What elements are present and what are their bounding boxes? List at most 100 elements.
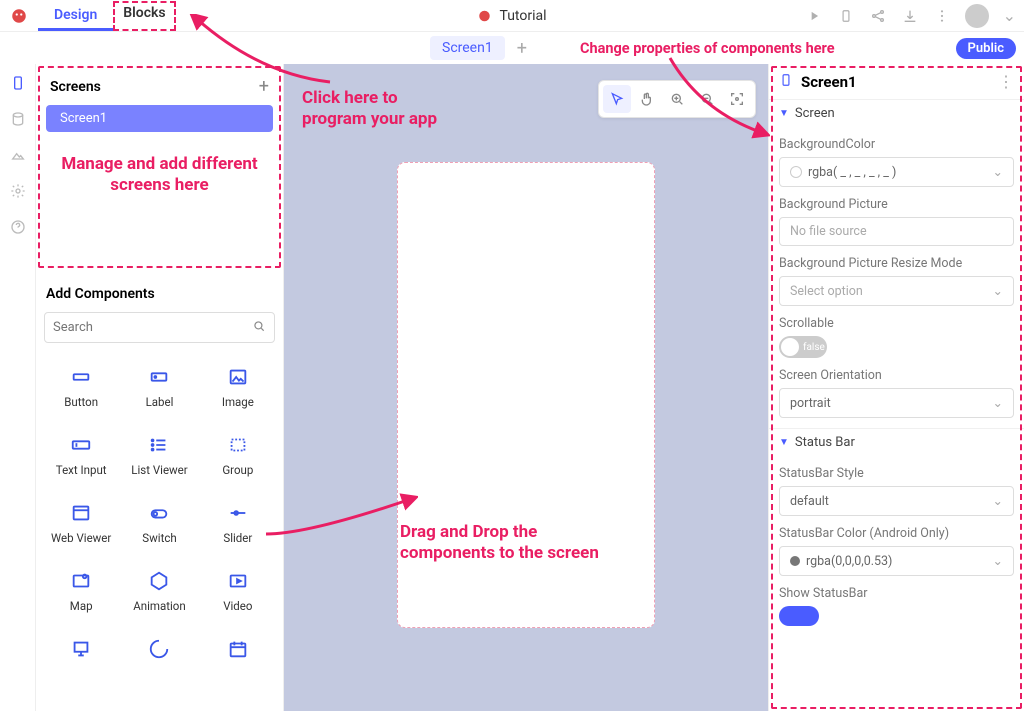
chevron-down-icon: ▼ [779,437,789,448]
canvas[interactable] [284,64,768,711]
project-title-wrap: Tutorial [477,8,546,24]
properties-panel: Screen1 ⋮ ▼Screen BackgroundColor rgba( … [768,64,1024,711]
bg-resize-selector[interactable]: Select option⌄ [779,276,1014,306]
component-label: Group [222,463,253,477]
show-statusbar-toggle[interactable] [779,606,819,626]
screen-switcher: Screen1 + [430,36,533,60]
animation-icon [147,569,171,593]
bg-resize-value: Select option [790,284,863,299]
presentation-icon [69,637,93,661]
image-icon [226,365,250,389]
pan-tool-icon[interactable] [633,85,661,113]
app-logo [10,7,28,25]
play-icon[interactable] [805,7,823,25]
rail-designer-icon[interactable] [9,74,27,92]
component-video[interactable]: Video [199,559,277,623]
chevron-down-icon: ⌄ [993,493,1003,509]
statusbar-style-label: StatusBar Style [779,466,1014,481]
component-extra-3[interactable] [199,627,277,671]
component-web-viewer[interactable]: Web Viewer [42,491,120,555]
text-input-icon [69,433,93,457]
screens-panel: Screens + Screen1 Manage and add differe… [38,66,281,268]
label-icon [147,365,171,389]
top-right-actions: ⌄ [805,4,1016,28]
public-toggle[interactable]: Public [956,38,1016,59]
component-label: Video [223,599,252,613]
annotation-manage-screens: Manage and add different screens here [40,154,279,197]
calendar-icon [226,637,250,661]
tab-design[interactable]: Design [38,1,113,31]
component-extra-2[interactable] [120,627,198,671]
bg-picture-input[interactable]: No file source [779,217,1014,246]
color-swatch-icon [790,556,800,566]
current-screen-chip[interactable]: Screen1 [430,36,505,60]
video-icon [226,569,250,593]
scrollable-toggle[interactable]: false [779,336,827,358]
search-input[interactable] [53,320,252,335]
section-screen[interactable]: ▼Screen [769,100,1024,127]
statusbar-color-selector[interactable]: rgba(0,0,0,0.53)⌄ [779,546,1014,576]
component-group[interactable]: Group [199,423,277,487]
rail-database-icon[interactable] [9,110,27,128]
component-list-viewer[interactable]: List Viewer [120,423,198,487]
screen-item-screen1[interactable]: Screen1 [46,105,273,132]
zoom-in-icon[interactable] [663,85,691,113]
share-icon[interactable] [869,7,887,25]
add-screen-button-top[interactable]: + [511,38,533,59]
orientation-selector[interactable]: portrait⌄ [779,388,1014,418]
tab-blocks[interactable]: Blocks [113,1,175,31]
bg-color-label: BackgroundColor [779,137,1014,152]
component-extra-1[interactable] [42,627,120,671]
component-animation[interactable]: Animation [120,559,198,623]
component-label[interactable]: Label [120,355,198,419]
map-icon [69,569,93,593]
orientation-label: Screen Orientation [779,368,1014,383]
list-viewer-icon [147,433,171,457]
component-button[interactable]: Button [42,355,120,419]
rail-image-icon[interactable] [9,146,27,164]
component-search[interactable] [44,312,275,343]
project-title: Tutorial [499,8,546,24]
annotation-change-props: Change properties of components here [580,40,960,58]
component-label: Switch [142,531,176,545]
component-image[interactable]: Image [199,355,277,419]
bg-color-selector[interactable]: rgba( _ , _ , _ , _ )⌄ [779,157,1014,187]
statusbar-props: StatusBar Style default⌄ StatusBar Color… [769,466,1024,636]
component-slider[interactable]: Slider [199,491,277,555]
bg-color-value: rgba( _ , _ , _ , _ ) [808,165,896,180]
select-tool-icon[interactable] [603,85,631,113]
statusbar-color-label: StatusBar Color (Android Only) [779,526,1014,541]
account-caret-icon[interactable]: ⌄ [1003,6,1016,25]
download-icon[interactable] [901,7,919,25]
component-label: Button [64,395,98,409]
add-components-title: Add Components [42,280,277,312]
component-label: List Viewer [131,463,187,477]
rail-settings-icon[interactable] [9,182,27,200]
chevron-down-icon: ⌄ [993,395,1003,411]
rail-help-icon[interactable] [9,218,27,236]
chevron-down-icon: ▼ [779,108,789,119]
zoom-out-icon[interactable] [693,85,721,113]
device-icon[interactable] [837,7,855,25]
statusbar-style-selector[interactable]: default⌄ [779,486,1014,516]
component-label: Map [70,599,93,613]
chevron-down-icon: ⌄ [993,553,1003,569]
more-icon[interactable] [933,7,951,25]
toggle-label: false [803,342,825,353]
screens-title: Screens [50,79,101,95]
component-map[interactable]: Map [42,559,120,623]
add-screen-button[interactable]: + [259,76,269,97]
left-panel: Screens + Screen1 Manage and add differe… [36,64,284,711]
fit-screen-icon[interactable] [723,85,751,113]
section-statusbar[interactable]: ▼Status Bar [769,428,1024,456]
loading-icon [147,637,171,661]
avatar[interactable] [965,4,989,28]
component-switch[interactable]: Switch [120,491,198,555]
left-rail [0,64,36,711]
group-icon [226,433,250,457]
phone-preview[interactable] [397,162,655,628]
component-text-input[interactable]: Text Input [42,423,120,487]
button-icon [69,365,93,389]
screen-props: BackgroundColor rgba( _ , _ , _ , _ )⌄ B… [769,137,1024,428]
properties-more-icon[interactable]: ⋮ [998,72,1014,91]
